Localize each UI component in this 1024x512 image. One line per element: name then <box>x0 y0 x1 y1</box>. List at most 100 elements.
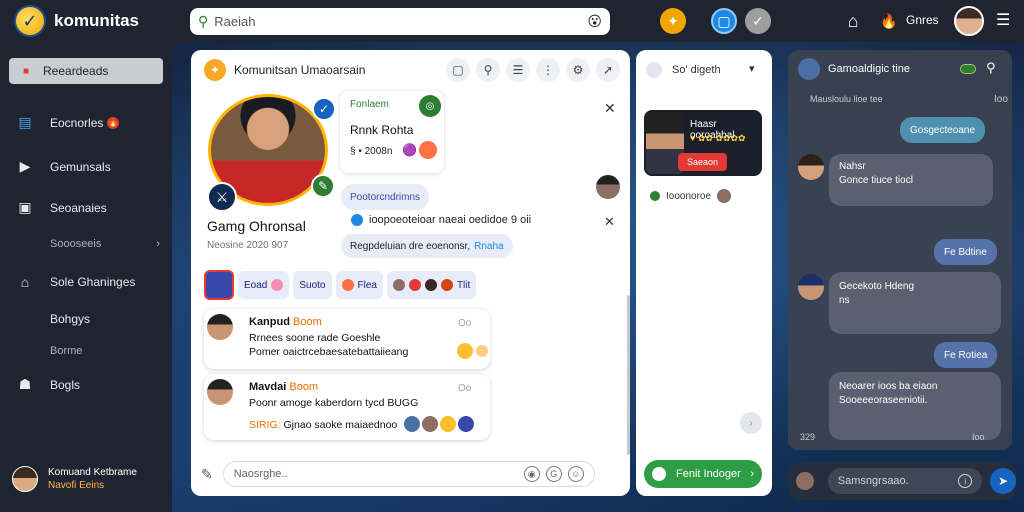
timestamp: 329 <box>800 432 816 442</box>
sidebar-item-label: Borme <box>50 345 83 357</box>
info-label: Fonlaem <box>350 99 389 110</box>
search-icon[interactable]: ⚲ <box>986 60 996 76</box>
avatar[interactable] <box>596 175 620 199</box>
flame-icon[interactable]: 🔥 <box>876 8 902 34</box>
avatar <box>798 274 824 300</box>
sidebar-item-soooseeis[interactable]: Soooseeis › <box>0 238 172 250</box>
chip[interactable]: Tlit <box>386 271 477 299</box>
chat-icon[interactable]: ▢ <box>446 58 470 82</box>
sidebar-item-borme[interactable]: Borme <box>0 345 172 357</box>
ring-icon: ◎ <box>419 95 441 117</box>
brand-name: komunitas <box>54 11 140 30</box>
reaction-icon[interactable] <box>422 416 438 432</box>
join-button[interactable]: Fenit Indoger › <box>644 460 762 488</box>
square-icon[interactable]: ▢ <box>711 8 737 34</box>
sidebar-item-seoanaies[interactable]: ▣ Seoanaies <box>0 199 172 216</box>
chat-panel: Gamoaldigic tine ⚲ Mausloulu lioe tee Io… <box>788 50 1012 450</box>
reaction-icon[interactable] <box>404 416 420 432</box>
verified-icon: ✓ <box>312 97 336 121</box>
chip[interactable]: Suoto <box>293 271 332 299</box>
emoji-icon <box>419 141 437 159</box>
sidebar-item-eocnorles[interactable]: ▤ Eocnorles 🔥 <box>0 114 172 131</box>
home-icon[interactable]: ⌂ <box>840 8 866 34</box>
post-card[interactable]: Kanpud Boom Oo Rrnees soone rade Goeshle… <box>204 309 490 369</box>
brand[interactable]: ✓ komunitas <box>0 5 180 37</box>
close-icon[interactable]: ✕ <box>604 214 615 230</box>
timestamp: Ioo <box>972 432 985 442</box>
emoji-icon <box>271 279 284 291</box>
chip[interactable]: Eoad <box>238 271 290 299</box>
avatar <box>717 189 732 203</box>
info-icon[interactable]: i <box>958 474 973 488</box>
avatar <box>798 154 824 180</box>
check-icon[interactable]: ✓ <box>745 8 771 34</box>
scrollbar[interactable] <box>627 295 630 455</box>
game-thumbnail[interactable] <box>204 270 234 300</box>
chevron-right-icon: › <box>750 468 754 480</box>
settings-icon[interactable]: ⚙ <box>566 58 590 82</box>
attach-icon[interactable]: ✎ <box>201 466 213 483</box>
notice-link[interactable]: Rnaha <box>474 241 503 252</box>
profile-icon: ☗ <box>18 376 32 392</box>
chat-message-out: Fe Bdtine <box>934 239 997 265</box>
side-panel-row[interactable]: Iooonoroe <box>650 189 732 203</box>
sidebar-item-sole-ghaninges[interactable]: ⌂ Sole Ghaninges <box>0 274 172 290</box>
avatar[interactable] <box>954 6 984 36</box>
sidebar-item-label: Bogls <box>50 377 81 392</box>
dropdown-icon[interactable]: ▾ <box>749 62 755 75</box>
search-icon[interactable]: ⚲ <box>476 58 500 82</box>
message-input[interactable]: Naosrghe.. ◉ G ☺ <box>222 461 595 487</box>
info-name: Rnnk Rohta <box>350 123 414 137</box>
chip[interactable]: Flea <box>335 271 383 299</box>
profile-info-card: Fonlaem ◎ Rnnk Rohta § • 2008n 🟣 <box>340 91 444 173</box>
sidebar-item-reeardeads[interactable]: ■ Reeardeads <box>9 58 163 84</box>
avatar <box>207 379 233 405</box>
camera-icon[interactable]: ◉ <box>523 466 540 482</box>
reaction-icon[interactable] <box>457 343 473 359</box>
list-icon[interactable]: ☰ <box>506 58 530 82</box>
emoji-icon <box>424 279 437 291</box>
featured-card[interactable]: Haasr ooroahhal ♥ ✿✿ ✿✿✿✿ Saeaon <box>644 110 762 176</box>
post-author: Kanpud Boom <box>249 316 322 328</box>
sidebar-user[interactable]: Komuand Ketbrame Navofi Eeins <box>12 466 137 492</box>
toggle-switch[interactable] <box>959 64 976 74</box>
share-icon[interactable]: ➚ <box>596 58 620 82</box>
logo-icon: ✓ <box>14 5 46 37</box>
search-icon: ⚲ <box>198 13 209 29</box>
sidebar-item-bohgys[interactable]: Bohgys <box>0 312 172 326</box>
emoji-icon[interactable]: ☺ <box>567 466 584 482</box>
grid-icon[interactable]: ⋮ <box>536 58 560 82</box>
close-icon[interactable]: ✕ <box>604 100 616 117</box>
gif-icon[interactable]: G <box>545 466 562 482</box>
chat-message-out: Gosgecteoane <box>900 117 986 143</box>
emoji-icon[interactable]: 😮 <box>587 13 602 30</box>
search-input[interactable]: Raeiah <box>214 14 587 29</box>
avatar <box>12 466 38 492</box>
post-card[interactable]: Mavdai Boom Oo Poonr amoge kaberdorn tyc… <box>204 374 490 440</box>
document-icon: ▣ <box>18 199 32 215</box>
send-button[interactable]: ➤ <box>990 468 1016 494</box>
menu-icon[interactable]: ☰ <box>996 10 1010 30</box>
reaction-icon[interactable] <box>440 416 456 432</box>
scroll-down-icon[interactable]: › <box>740 412 762 434</box>
chip-row: Eoad Suoto Flea Tlit <box>204 270 477 300</box>
post-time: Oo <box>458 383 472 394</box>
chat-message-in: Neoarer ioos ba eiaon Sooeeeoraseeniotii… <box>829 372 1001 440</box>
chat-input[interactable]: Samsngrsaao. i <box>827 468 983 494</box>
sidebar-item-bogls[interactable]: ☗ Bogls <box>0 376 172 393</box>
coin-icon[interactable]: ✦ <box>660 8 686 34</box>
edit-icon[interactable]: ✎ <box>311 174 335 198</box>
post-text: Rrnees soone rade Goeshle <box>249 332 381 344</box>
avatar <box>796 472 814 490</box>
reaction-icon[interactable] <box>458 416 474 432</box>
sidebar-item-gemunsals[interactable]: ▶ Gemunsals <box>0 158 172 175</box>
status-pill[interactable]: Pootorcndrimns <box>341 184 430 210</box>
games-link[interactable]: Gnres <box>906 13 939 27</box>
community-logo-icon: ✦ <box>204 59 226 81</box>
reaction-icon[interactable] <box>476 345 488 357</box>
user-status: Navofi Eeins <box>48 480 105 491</box>
search-bar[interactable]: ⚲ Raeiah 😮 <box>190 8 610 35</box>
card-button[interactable]: Saeaon <box>678 153 728 171</box>
panel-toolbar: ▢ ⚲ ☰ ⋮ ⚙ ➚ <box>446 58 620 82</box>
compose-bar: ✎ Naosrghe.. ◉ G ☺ <box>201 457 627 491</box>
